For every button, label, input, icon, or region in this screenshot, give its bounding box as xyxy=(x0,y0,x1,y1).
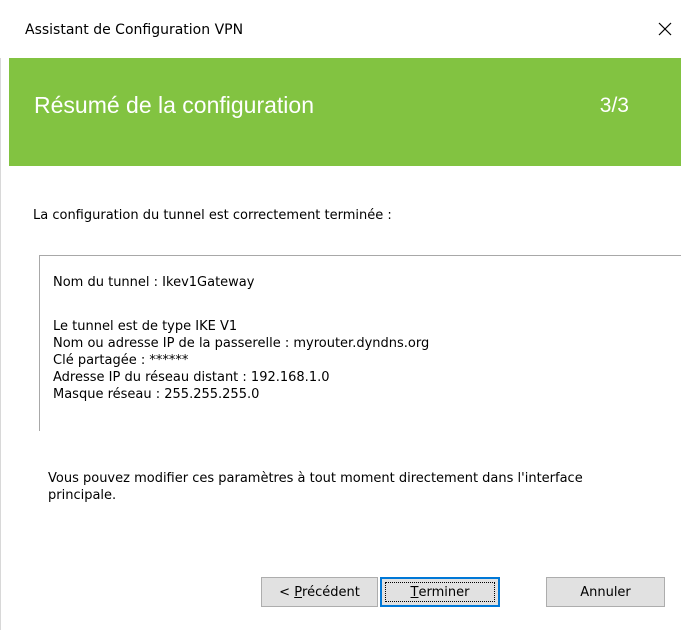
previous-button[interactable]: < Précédent xyxy=(261,577,378,607)
summary-gateway: Nom ou adresse IP de la passerelle : myr… xyxy=(53,336,430,351)
summary-remote-network: Adresse IP du réseau distant : 192.168.1… xyxy=(53,370,330,385)
window-title: Assistant de Configuration VPN xyxy=(25,22,244,38)
finish-button[interactable]: Terminer xyxy=(380,577,500,607)
summary-shared-key: Clé partagée : ****** xyxy=(53,353,189,368)
previous-button-mnemonic: P xyxy=(294,584,303,600)
focus-rectangle xyxy=(385,582,495,602)
cancel-button[interactable]: Annuler xyxy=(546,577,665,607)
window-border xyxy=(0,58,1,630)
footer-note: Vous pouvez modifier ces paramètres à to… xyxy=(48,471,583,503)
page-title: Résumé de la configuration xyxy=(34,92,314,118)
step-indicator: 3/3 xyxy=(599,94,629,117)
summary-netmask: Masque réseau : 255.255.255.0 xyxy=(53,387,260,402)
summary-panel: Nom du tunnel : Ikev1Gateway Le tunnel e… xyxy=(39,255,681,431)
close-icon xyxy=(658,22,672,36)
header-banner: Résumé de la configuration 3/3 xyxy=(9,58,681,166)
intro-text: La configuration du tunnel est correctem… xyxy=(33,208,392,223)
vpn-wizard-window: Assistant de Configuration VPN Résumé de… xyxy=(0,0,681,630)
summary-tunnel-name: Nom du tunnel : Ikev1Gateway xyxy=(53,275,255,290)
title-bar: Assistant de Configuration VPN xyxy=(0,0,681,58)
cancel-button-label: Annuler xyxy=(580,584,631,600)
close-button[interactable] xyxy=(649,12,681,46)
previous-button-label: récédent xyxy=(302,584,360,600)
previous-button-prefix: < xyxy=(279,584,295,600)
summary-tunnel-type: Le tunnel est de type IKE V1 xyxy=(53,319,238,334)
